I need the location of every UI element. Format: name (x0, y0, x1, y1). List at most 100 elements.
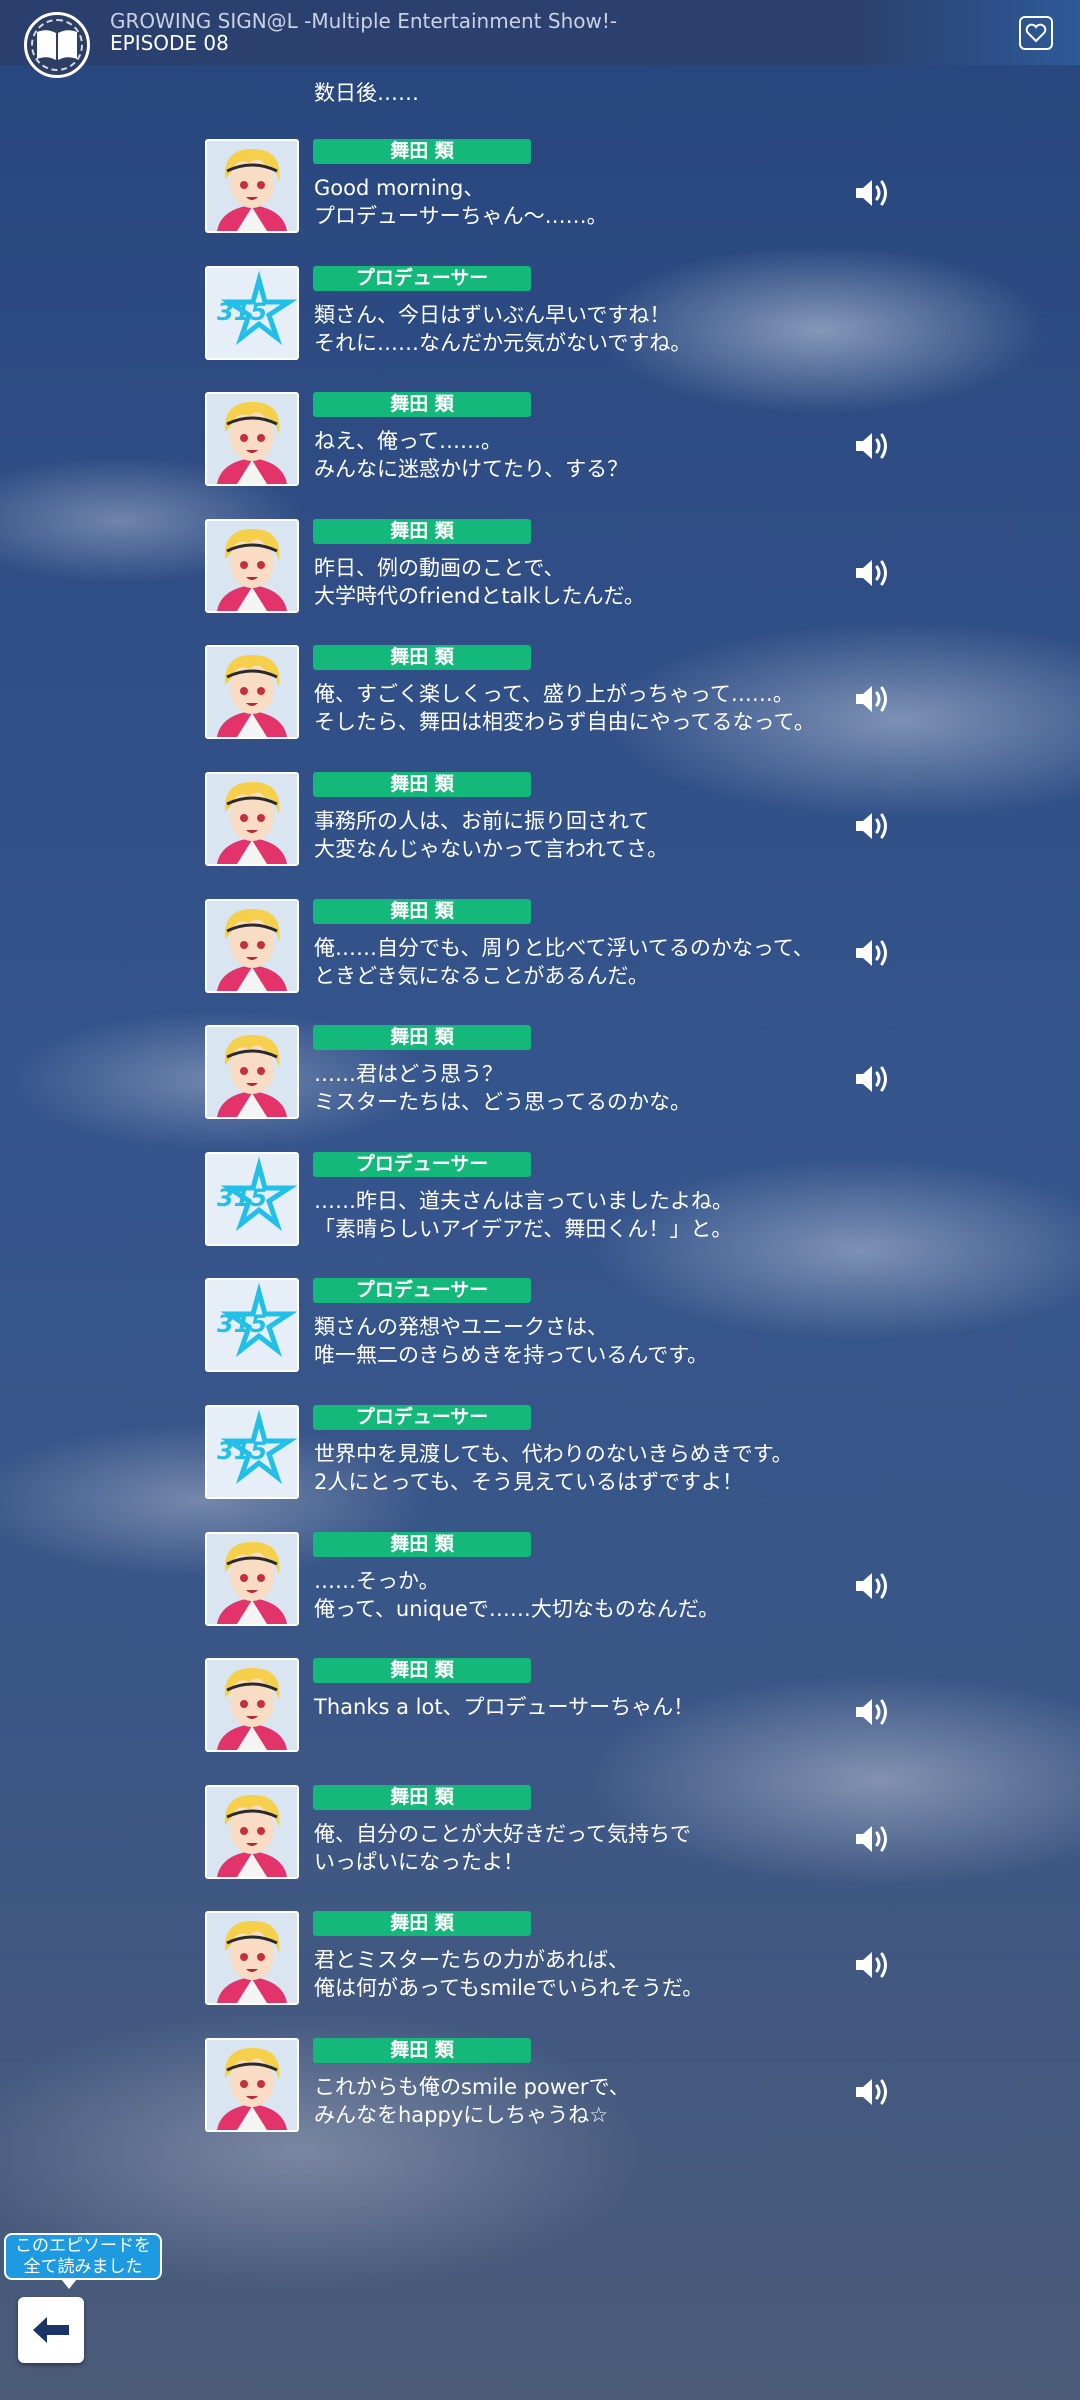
svg-text:315: 315 (217, 1184, 267, 1212)
voice-play-icon[interactable] (853, 1823, 893, 1855)
message-entry: 舞田 類 ……そっか。 俺って、uniqueで……大切なものなんだ。 (205, 1531, 905, 1628)
speaker-name: 舞田 類 (313, 392, 531, 418)
message-line: そしたら、舞田は相変わらず自由にやってるなって。 (314, 710, 815, 735)
voice-play-icon[interactable] (853, 557, 893, 589)
book-icon[interactable] (24, 12, 90, 78)
speaker-name: プロデューサー (313, 1278, 531, 1304)
voice-play-icon[interactable] (853, 1696, 893, 1728)
svg-text:315: 315 (217, 1310, 267, 1338)
voice-play-icon[interactable] (853, 937, 893, 969)
heart-icon[interactable] (1019, 16, 1053, 50)
message-line: ……君はどう思う？ (314, 1062, 503, 1087)
message-line: みんなをhappyにしちゃうね☆ (314, 2103, 609, 2127)
message-entry: 315 プロデューサー 世界中を見渡しても、代わりのないきらめきです。 2人にと… (205, 1405, 905, 1501)
speaker-name: 舞田 類 (313, 2038, 531, 2063)
message-line: 類さんの発想やユニークさは、 (314, 1315, 608, 1340)
speaker-name: 舞田 類 (313, 1784, 531, 1810)
voice-play-icon[interactable] (853, 1570, 893, 1602)
message-line: ミスターたちは、どう思ってるのかな。 (314, 1090, 691, 1115)
speaker-name: 舞田 類 (313, 1025, 531, 1051)
rui-avatar (205, 1025, 299, 1120)
message-line: 俺、すごく楽しくって、盛り上がっちゃって……。 (314, 682, 794, 707)
producer-avatar: 315 (205, 1405, 299, 1499)
speaker-name: 舞田 類 (313, 1658, 531, 1684)
message-line: Thanks a lot、プロデューサーちゃん！ (314, 1695, 695, 1720)
message-line: ……そっか。 (314, 1568, 440, 1593)
story-title: GROWING SIGN@L -Multiple Entertainment S… (110, 9, 618, 33)
message-line: 俺……自分でも、周りと比べて浮いてるのかなって、 (314, 935, 814, 960)
message-entry: 舞田 類 俺……自分でも、周りと比べて浮いてるのかなって、 ときどき気になること… (205, 898, 905, 995)
message-line: 2人にとっても、そう見えているはずですよ！ (314, 1470, 743, 1494)
read-badge-line2: 全て読みました (23, 2257, 143, 2277)
message-entry: 315 プロデューサー 類さんの発想やユニークさは、 唯一無二のきらめきを持って… (205, 1278, 905, 1374)
message-line: 唯一無二のきらめきを持っているんです。 (314, 1343, 709, 1368)
message-entry: 舞田 類 事務所の人は、お前に振り回されて 大変なんじゃないかって言われてさ。 (205, 772, 905, 868)
producer-avatar: 315 (205, 1151, 299, 1246)
speaker-name: プロデューサー (313, 1405, 531, 1430)
rui-avatar (205, 392, 299, 487)
speaker-name: プロデューサー (313, 265, 531, 291)
rui-avatar (205, 518, 299, 613)
rui-avatar (205, 898, 299, 993)
message-line: 事務所の人は、お前に振り回されて (314, 809, 650, 833)
message-line: それに……なんだか元気がないですね。 (314, 330, 692, 355)
message-entry: 舞田 類 Thanks a lot、プロデューサーちゃん！ (205, 1658, 905, 1754)
message-line: これからも俺のsmile powerで、 (314, 2075, 630, 2099)
speaker-name: 舞田 類 (313, 518, 531, 544)
message-entry: 315 プロデューサー 類さん、今日はずいぶん早いですね！ それに……なんだか元… (205, 265, 905, 362)
message-line: 俺って、uniqueで……大切なものなんだ。 (314, 1596, 720, 1621)
read-badge-line1: このエピソードを (15, 2236, 151, 2256)
svg-text:315: 315 (217, 1437, 267, 1465)
narration-text: 数日後…… (314, 81, 419, 105)
speaker-name: 舞田 類 (313, 645, 531, 671)
message-line: 昨日、例の動画のことで、 (314, 555, 565, 580)
message-entry: 舞田 類 俺、すごく楽しくって、盛り上がっちゃって……。 そしたら、舞田は相変わ… (205, 645, 905, 741)
message-line: 大学時代のfriendとtalkしたんだ。 (314, 583, 645, 608)
message-entry: 315 プロデューサー ……昨日、道夫さんは言っていましたよね。 「素晴らしいア… (205, 1151, 905, 1248)
back-arrow-icon (33, 2317, 69, 2343)
message-line: 君とミスターたちの力があれば、 (314, 1948, 629, 1973)
message-line: ……昨日、道夫さんは言っていましたよね。 (314, 1188, 733, 1213)
voice-play-icon[interactable] (853, 1949, 893, 1981)
speaker-name: プロデューサー (313, 1151, 531, 1177)
episode-read-badge: このエピソードを 全て読みました (4, 2233, 162, 2289)
voice-play-icon[interactable] (853, 430, 893, 462)
speaker-name: 舞田 類 (313, 1911, 531, 1937)
rui-avatar (205, 139, 299, 233)
speaker-name: 舞田 類 (313, 139, 531, 164)
message-line: 類さん、今日はずいぶん早いですね！ (314, 302, 671, 327)
message-line: 「素晴らしいアイデアだ、舞田くん！」と。 (314, 1216, 733, 1241)
message-line: 俺、自分のことが大好きだって気持ちで (314, 1821, 691, 1846)
voice-play-icon[interactable] (853, 2076, 893, 2108)
message-entry: 舞田 類 昨日、例の動画のことで、 大学時代のfriendとtalkしたんだ。 (205, 518, 905, 615)
message-line: 俺は何があってもsmileでいられそうだ。 (314, 1976, 704, 2001)
back-button[interactable] (18, 2297, 84, 2363)
message-entry: 舞田 類 ねえ、俺って……。 みんなに迷惑かけてたり、する？ (205, 392, 905, 488)
rui-avatar (205, 1911, 299, 2006)
message-line: ときどき気になることがあるんだ。 (314, 963, 649, 988)
episode-label: EPISODE 08 (110, 31, 229, 55)
message-entry: 舞田 類 俺、自分のことが大好きだって気持ちで いっぱいになったよ！ (205, 1784, 905, 1881)
voice-play-icon[interactable] (853, 810, 893, 842)
rui-avatar (205, 1658, 299, 1753)
voice-play-icon[interactable] (853, 1063, 893, 1095)
rui-avatar (205, 645, 299, 740)
message-entry: 舞田 類 ……君はどう思う？ ミスターたちは、どう思ってるのかな。 (205, 1025, 905, 1121)
message-line: プロデューサーちゃん～……。 (314, 204, 608, 228)
voice-play-icon[interactable] (853, 177, 893, 209)
speaker-name: 舞田 類 (313, 1531, 531, 1557)
speaker-name: 舞田 類 (313, 898, 531, 924)
svg-text:315: 315 (217, 298, 267, 326)
voice-play-icon[interactable] (853, 683, 893, 715)
message-entry: 舞田 類 Good morning、 プロデューサーちゃん～……。 (205, 139, 905, 235)
producer-avatar: 315 (205, 1278, 299, 1373)
message-line: Good morning、 (314, 176, 485, 200)
speaker-name: 舞田 類 (313, 772, 531, 797)
rui-avatar (205, 1531, 299, 1626)
rui-avatar (205, 2038, 299, 2132)
message-line: いっぱいになったよ！ (314, 1849, 524, 1874)
message-entry: 舞田 類 君とミスターたちの力があれば、 俺は何があってもsmileでいられそう… (205, 1911, 905, 2007)
book-icon-glyph (37, 30, 77, 60)
rui-avatar (205, 1784, 299, 1879)
message-line: みんなに迷惑かけてたり、する？ (314, 457, 629, 482)
